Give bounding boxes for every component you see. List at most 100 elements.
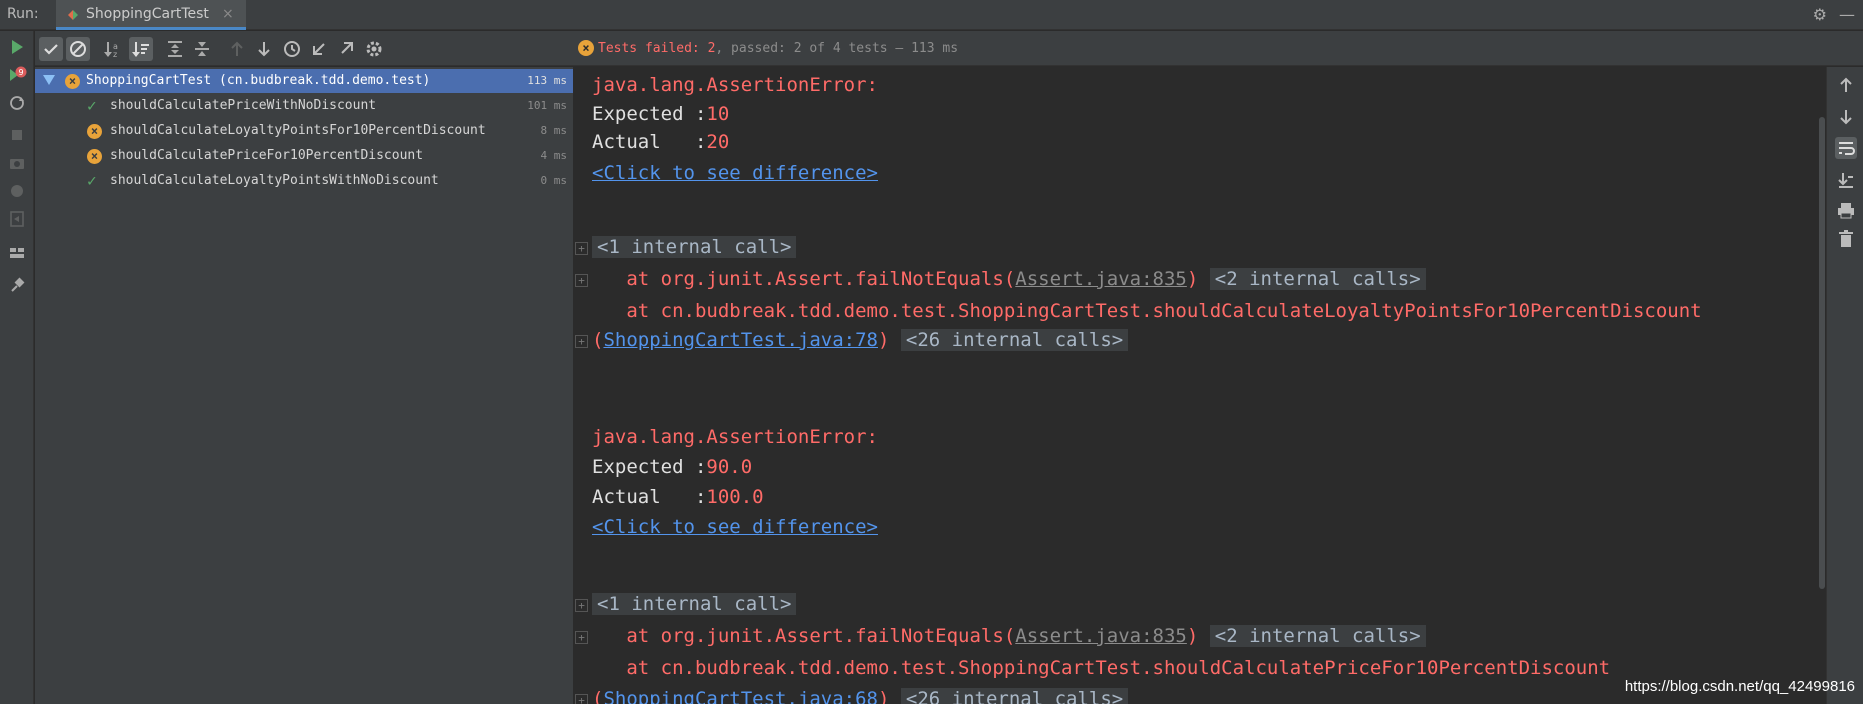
stacktrace-source-line: (ShoppingCartTest.java:68) <26 internal … <box>592 684 1129 704</box>
click-to-see-difference-link[interactable]: <Click to see difference> <box>592 512 878 542</box>
run-tab-shoppingcarttest[interactable]: ShoppingCartTest × <box>56 0 246 30</box>
stacktrace-text: at cn.budbreak.tdd.demo.test.ShoppingCar… <box>626 657 1611 679</box>
show-ignored-toggle[interactable] <box>66 37 90 61</box>
soft-wrap-icon[interactable] <box>1835 137 1857 159</box>
stacktrace-line: at cn.budbreak.tdd.demo.test.ShoppingCar… <box>592 653 1610 683</box>
actual-line: Actual :20 <box>592 127 729 157</box>
pin-icon[interactable] <box>7 275 27 295</box>
rerun-icon[interactable] <box>7 37 27 57</box>
click-to-see-difference-link[interactable]: <Click to see difference> <box>592 158 878 188</box>
expected-value: 90.0 <box>706 456 753 478</box>
junit-icon <box>68 10 78 20</box>
internal-calls-fold[interactable]: <26 internal calls> <box>900 329 1129 351</box>
test-name: shouldCalculateLoyaltyPointsFor10Percent… <box>110 123 486 138</box>
tree-item-test[interactable]: × shouldCalculateLoyaltyPointsFor10Perce… <box>35 119 573 143</box>
run-left-toolbar: 9 <box>0 31 34 704</box>
assert-java-link[interactable]: Assert.java:835 <box>1015 268 1187 290</box>
status-prefix: Tests failed: <box>598 41 708 56</box>
internal-calls-fold[interactable]: <2 internal calls> <box>1209 625 1426 647</box>
internal-calls-fold[interactable]: <2 internal calls> <box>1209 268 1426 290</box>
internal-calls-fold[interactable]: <1 internal call> <box>592 593 797 615</box>
minimize-icon[interactable]: — <box>1839 5 1855 24</box>
sort-duration-icon <box>132 42 149 57</box>
test-settings-button[interactable] <box>362 37 386 61</box>
stacktrace-text: at org.junit.Assert.failNotEquals( <box>626 625 1016 647</box>
layout-icon[interactable] <box>7 243 27 263</box>
trash-icon[interactable] <box>1835 228 1857 250</box>
run-toolwindow-header: Run: ShoppingCartTest × ⚙ — <box>0 0 1863 30</box>
expand-all-icon <box>168 41 182 57</box>
tree-item-test[interactable]: ✓ shouldCalculateLoyaltyPointsWithNoDisc… <box>35 169 573 193</box>
paren-open: ( <box>592 688 604 704</box>
stacktrace-close: ) <box>1186 625 1199 647</box>
collapse-all-button[interactable] <box>190 37 214 61</box>
shoppingcarttest-java-link[interactable]: ShoppingCartTest.java:78 <box>603 329 878 351</box>
arrow-down-icon <box>258 42 270 57</box>
arrow-up-icon <box>231 41 243 56</box>
sort-alphabetically-button[interactable]: az <box>101 37 125 61</box>
expected-line: Expected :90.0 <box>592 452 752 482</box>
scrollbar-thumb[interactable] <box>1819 117 1825 589</box>
expand-arrow-icon[interactable] <box>43 75 55 85</box>
fold-expand-icon[interactable]: + <box>575 274 588 287</box>
next-failed-test-button[interactable] <box>252 37 276 61</box>
sort-by-duration-button[interactable] <box>129 37 153 61</box>
internal-call-line: <1 internal call> <box>592 589 797 619</box>
previous-failed-test-button[interactable] <box>225 37 249 61</box>
console-scrollbar[interactable] <box>1818 67 1826 704</box>
console-output[interactable]: java.lang.AssertionError: Expected :10 A… <box>573 67 1818 704</box>
watermark: https://blog.csdn.net/qq_42499816 <box>1624 678 1855 695</box>
expected-value: 10 <box>706 103 730 125</box>
import-tests-button[interactable] <box>307 37 331 61</box>
fold-expand-icon[interactable]: + <box>575 631 588 644</box>
expected-line: Expected :10 <box>592 99 729 129</box>
exit-icon[interactable] <box>7 209 27 229</box>
settings-bug-icon[interactable] <box>7 181 27 201</box>
show-passed-toggle[interactable] <box>39 37 63 61</box>
export-tests-button[interactable] <box>334 37 358 61</box>
internal-calls-fold[interactable]: <1 internal call> <box>592 236 797 258</box>
assert-java-link[interactable]: Assert.java:835 <box>1015 625 1187 647</box>
toggle-auto-test-icon[interactable] <box>7 93 27 113</box>
print-icon[interactable] <box>1835 199 1857 221</box>
paren-close: ) <box>878 329 890 351</box>
sort-alpha-icon: az <box>104 42 118 59</box>
fold-expand-icon[interactable]: + <box>575 242 588 255</box>
test-time: 0 ms <box>540 174 568 187</box>
actual-value: 100.0 <box>706 486 764 508</box>
import-icon <box>313 43 325 55</box>
stop-icon[interactable] <box>7 125 27 145</box>
stacktrace-source-line: (ShoppingCartTest.java:78) <26 internal … <box>592 325 1129 355</box>
test-time: 8 ms <box>540 124 568 137</box>
clock-icon <box>284 41 300 57</box>
close-icon[interactable]: × <box>222 6 234 22</box>
collapse-all-icon <box>195 42 209 56</box>
run-tab-title: ShoppingCartTest <box>86 6 209 22</box>
internal-call-line: <1 internal call> <box>592 232 797 262</box>
fold-expand-icon[interactable]: + <box>575 335 588 348</box>
status-separator: , passed: <box>715 41 794 56</box>
expand-all-button[interactable] <box>163 37 187 61</box>
scroll-to-end-icon[interactable] <box>1835 169 1857 191</box>
arrow-up-icon[interactable] <box>1835 74 1857 96</box>
test-name: shouldCalculatePriceWithNoDiscount <box>110 98 377 113</box>
shoppingcarttest-java-link[interactable]: ShoppingCartTest.java:68 <box>603 688 878 704</box>
tree-item-test[interactable]: ✓ shouldCalculatePriceWithNoDiscount 101… <box>35 94 573 118</box>
camera-icon[interactable] <box>7 153 27 173</box>
ignored-icon <box>70 41 86 57</box>
test-name: shouldCalculateLoyaltyPointsWithNoDiscou… <box>110 173 439 188</box>
fold-expand-icon[interactable]: + <box>575 599 588 612</box>
gear-icon[interactable]: ⚙ <box>1813 5 1827 24</box>
tree-root-shoppingcarttest[interactable]: × ShoppingCartTest (cn.budbreak.tdd.demo… <box>35 69 573 93</box>
status-suffix: of 4 tests <box>801 41 888 56</box>
internal-calls-fold[interactable]: <26 internal calls> <box>900 688 1129 704</box>
tree-item-test[interactable]: × shouldCalculatePriceFor10PercentDiscou… <box>35 144 573 168</box>
passed-test-icon: ✓ <box>87 171 97 190</box>
rerun-failed-tests-icon[interactable]: 9 <box>7 65 27 85</box>
test-history-button[interactable] <box>280 37 304 61</box>
run-label: Run: <box>7 6 39 22</box>
arrow-down-icon[interactable] <box>1835 106 1857 128</box>
stacktrace-line: at org.junit.Assert.failNotEquals(Assert… <box>592 264 1426 294</box>
fold-expand-icon[interactable]: + <box>575 694 588 704</box>
status-passed-count: 2 <box>793 41 802 56</box>
